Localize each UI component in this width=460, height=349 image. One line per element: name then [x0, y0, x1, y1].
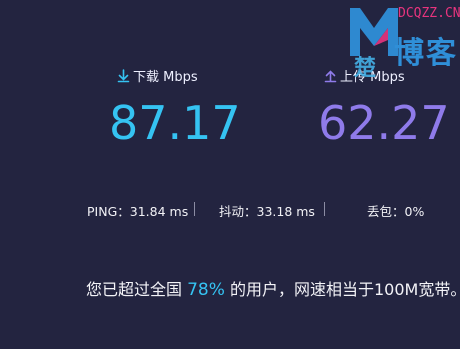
ping-stat: PING：31.84 ms — [87, 204, 189, 219]
upload-arrow-icon — [324, 69, 337, 83]
watermark-text-right: 博客 — [394, 36, 458, 71]
packet-loss-stat: 丢包：0% — [367, 204, 425, 219]
download-label-text: 下载 Mbps — [133, 70, 198, 85]
download-arrow-icon — [117, 68, 130, 83]
upload-speed-value: 62.27 — [318, 96, 450, 150]
summary-percent: 78% — [187, 280, 225, 300]
stats-row: PING：31.84 ms 抖动：33.18 ms 丢包：0% — [0, 201, 460, 221]
download-speed-value: 87.17 — [109, 96, 241, 150]
jitter-stat: 抖动：33.18 ms — [219, 204, 315, 219]
summary-suffix: 的用户，网速相当于100M宽带。 — [224, 280, 460, 299]
watermark-text-left: 楚 — [354, 56, 377, 81]
summary-prefix: 您已超过全国 — [86, 280, 188, 299]
stats-divider — [194, 202, 195, 216]
stats-divider — [324, 202, 325, 216]
summary-text: 您已超过全国 78% 的用户，网速相当于100M宽带。 — [86, 276, 460, 300]
download-label: 下载 Mbps — [117, 66, 198, 85]
watermark-url: DCQZZ.CN — [398, 6, 460, 21]
